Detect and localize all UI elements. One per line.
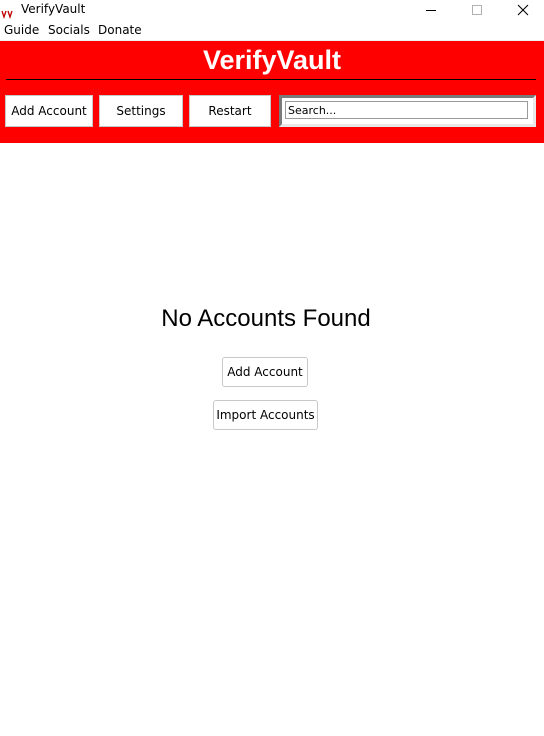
menu-donate[interactable]: Donate xyxy=(98,23,142,37)
import-accounts-button[interactable]: Import Accounts xyxy=(213,400,318,430)
maximize-button[interactable] xyxy=(454,0,500,19)
empty-add-account-button[interactable]: Add Account xyxy=(222,357,308,387)
settings-button[interactable]: Settings xyxy=(99,95,183,127)
title-bar: VerifyVault xyxy=(0,0,544,20)
restart-button[interactable]: Restart xyxy=(189,95,271,127)
add-account-button[interactable]: Add Account xyxy=(5,95,93,127)
maximize-icon xyxy=(472,4,482,15)
minimize-icon xyxy=(426,9,436,11)
close-icon xyxy=(517,4,529,15)
close-button[interactable] xyxy=(500,0,544,19)
app-icon xyxy=(1,4,15,20)
empty-state-message: No Accounts Found xyxy=(161,305,371,332)
header-title: VerifyVault xyxy=(202,45,342,75)
menu-socials[interactable]: Socials xyxy=(48,23,90,37)
minimize-button[interactable] xyxy=(408,0,454,19)
window-title: VerifyVault xyxy=(21,2,86,16)
header: VerifyVault Add Account Settings Restart xyxy=(0,41,544,143)
header-divider xyxy=(6,79,536,80)
menu-bar: Guide Socials Donate xyxy=(0,20,544,41)
search-input[interactable] xyxy=(285,101,528,119)
search-box xyxy=(279,95,536,127)
menu-guide[interactable]: Guide xyxy=(4,23,39,37)
